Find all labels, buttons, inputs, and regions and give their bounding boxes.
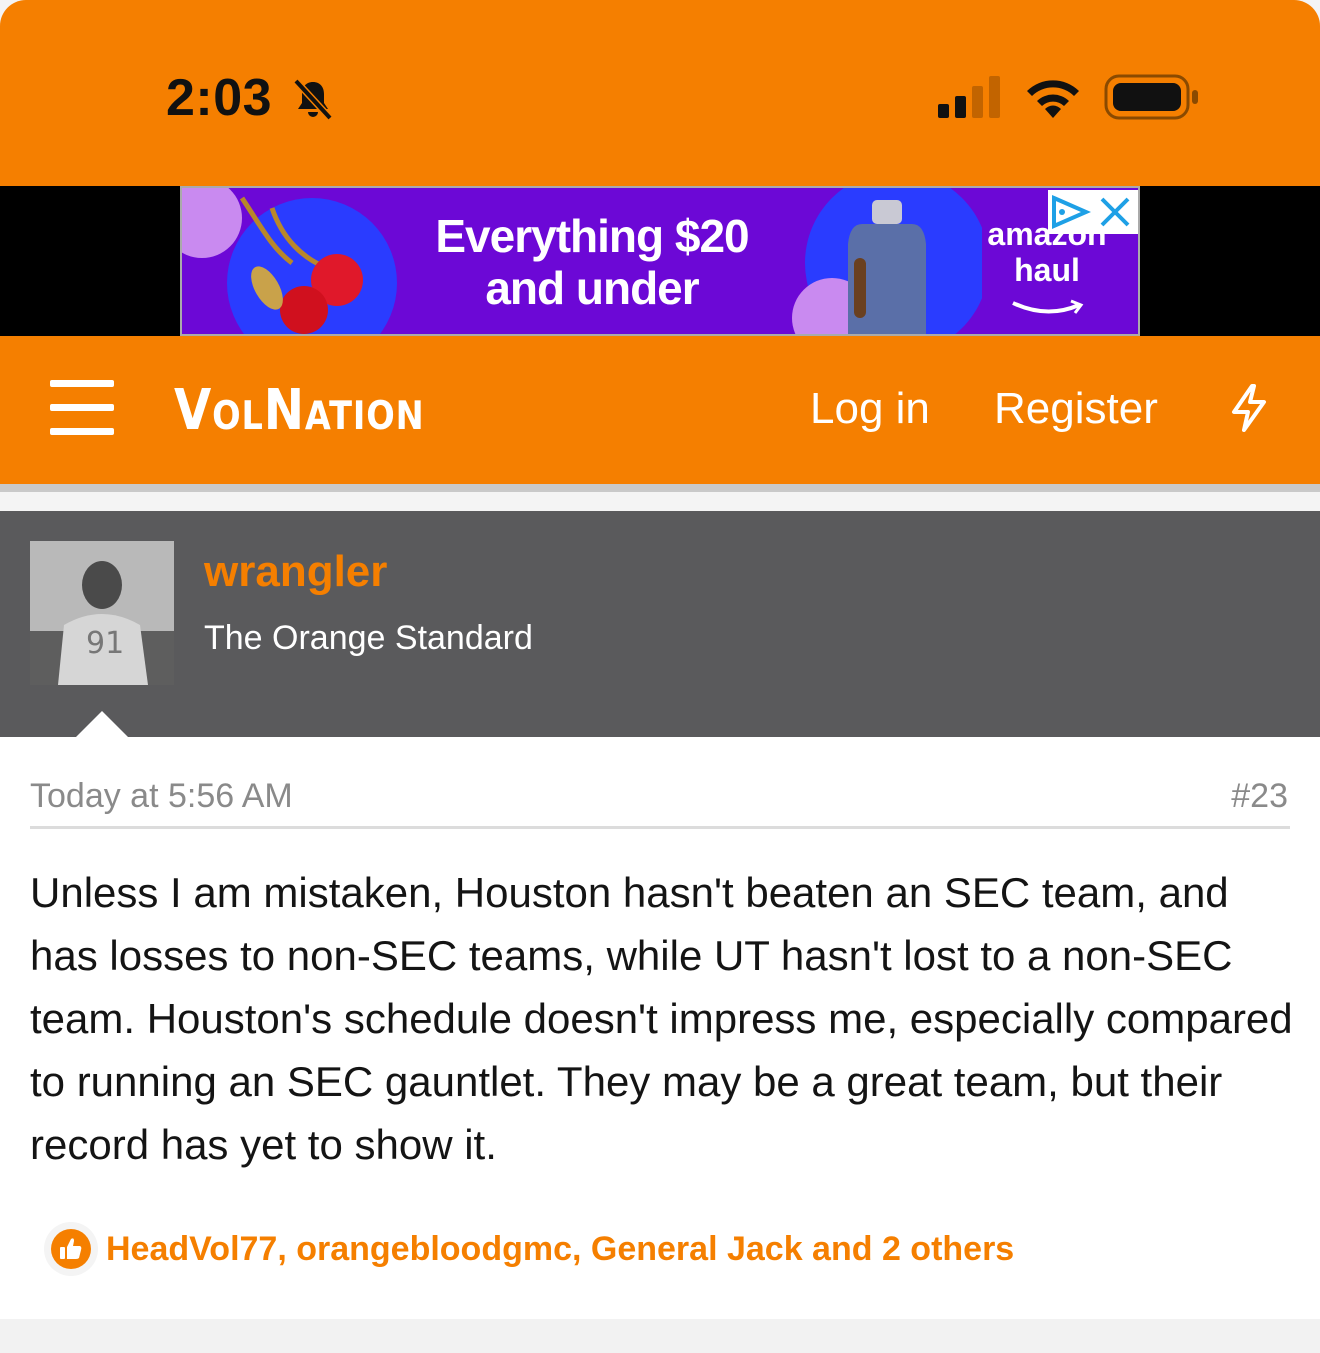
hamburger-menu-icon[interactable]	[50, 380, 114, 436]
cellular-signal-icon	[938, 76, 1000, 118]
status-bar: 2:03	[0, 0, 1320, 186]
water-bottle-image	[792, 188, 982, 334]
bell-slash-icon	[293, 78, 333, 121]
ad-headline: Everything $20 and under	[402, 210, 782, 314]
ad-brand-line2: haul	[1014, 252, 1080, 288]
status-time: 2:03	[166, 69, 273, 127]
site-navbar: VolNation Log in Register	[0, 336, 1320, 484]
wifi-icon	[1027, 80, 1079, 118]
reactions-list[interactable]: HeadVol77, orangebloodgmc, General Jack …	[106, 1230, 1014, 1269]
ad-strip: Everything $20 and under amazon haul	[0, 186, 1320, 336]
thumbs-up-icon	[44, 1222, 98, 1276]
close-icon[interactable]	[1100, 197, 1130, 227]
login-link[interactable]: Log in	[810, 384, 930, 434]
site-logo[interactable]: VolNation	[174, 378, 425, 443]
post-user-header: 91 wrangler The Orange Standard	[0, 511, 1320, 739]
ad-choices-icon[interactable]	[1052, 194, 1091, 230]
username[interactable]: wrangler	[204, 547, 387, 597]
reactions-bar[interactable]: HeadVol77, orangebloodgmc, General Jack …	[44, 1221, 1014, 1277]
navbar-shadow	[0, 484, 1320, 492]
post-body: Unless I am mistaken, Houston hasn't bea…	[30, 869, 1293, 1168]
ad-banner[interactable]: Everything $20 and under amazon haul	[180, 186, 1140, 336]
smile-arrow-icon	[1012, 299, 1084, 314]
ad-headline-line2: and under	[485, 262, 699, 314]
cherries-image	[182, 188, 397, 334]
ad-headline-line1: Everything $20	[435, 210, 749, 262]
page-background	[0, 1319, 1320, 1353]
post: Today at 5:56 AM #23 Unless I am mistake…	[0, 737, 1320, 1319]
lightning-bolt-icon[interactable]	[1228, 384, 1270, 432]
battery-icon	[1104, 74, 1198, 120]
ad-choices[interactable]	[1048, 190, 1138, 234]
svg-text:91: 91	[86, 626, 124, 661]
avatar[interactable]: 91	[30, 541, 174, 685]
header-pointer	[74, 711, 130, 739]
post-number[interactable]: #23	[1231, 777, 1288, 816]
post-timestamp[interactable]: Today at 5:56 AM	[30, 777, 293, 816]
divider	[30, 826, 1290, 829]
user-title: The Orange Standard	[204, 619, 533, 657]
register-link[interactable]: Register	[994, 384, 1158, 434]
